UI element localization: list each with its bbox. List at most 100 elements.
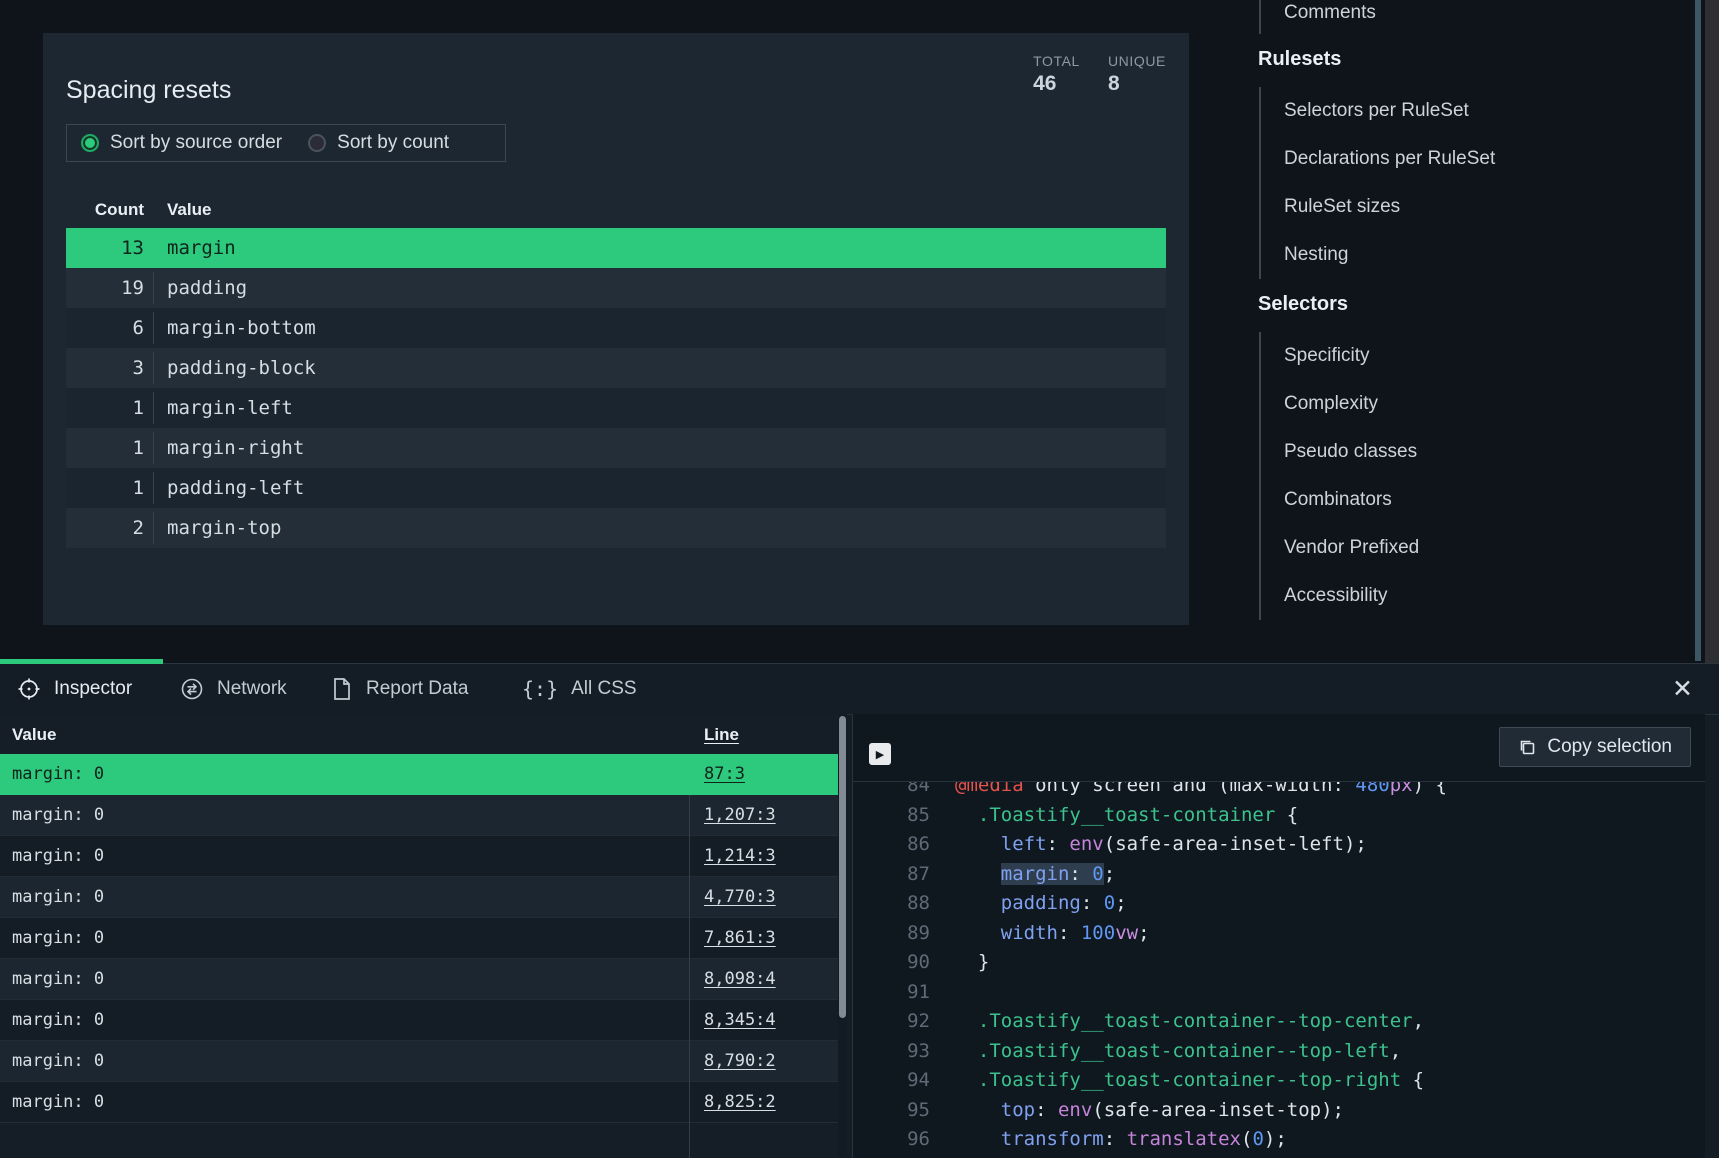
declaration-row[interactable]: margin: 01,207:3: [0, 795, 847, 836]
sidebar-item-accessibility[interactable]: Accessibility: [1284, 572, 1690, 620]
table-row-margin-bottom[interactable]: 6margin-bottom: [66, 308, 1166, 348]
code-token: [955, 1040, 978, 1062]
code-token: ;: [1104, 863, 1115, 885]
code-token: :: [1047, 833, 1070, 855]
code-text: .Toastify__toast-container--top-right {: [930, 1066, 1424, 1096]
tab-all-css[interactable]: {:}All CSS: [522, 664, 637, 714]
sidebar-scrollbar[interactable]: [1695, 0, 1701, 661]
code-token: px: [1390, 781, 1413, 796]
line-link[interactable]: 1,207:3: [704, 805, 776, 825]
sort-option-sort-by-source-order[interactable]: Sort by source order: [81, 132, 282, 154]
code-line: 93 .Toastify__toast-container--top-left,: [853, 1037, 1705, 1067]
table-row-padding-left[interactable]: 1padding-left: [66, 468, 1166, 508]
code-text: left: env(safe-area-inset-left);: [930, 830, 1367, 860]
count-cell: 1: [66, 397, 144, 419]
sidebar-item-nesting[interactable]: Nesting: [1284, 231, 1690, 279]
declaration-row[interactable]: margin: 0 1,214:3: [0, 836, 847, 877]
report-nav-sidebar: CommentsRulesetsSelectors per RuleSetDec…: [1232, 0, 1690, 620]
line-number: 87: [853, 860, 930, 890]
sidebar-item-ruleset-sizes[interactable]: RuleSet sizes: [1284, 183, 1690, 231]
table-row-padding-block[interactable]: 3padding-block: [66, 348, 1166, 388]
line-number: 90: [853, 948, 930, 978]
code-line: 84@media only screen and (max-width: 480…: [853, 781, 1705, 801]
declaration-row-partial: [0, 1123, 847, 1158]
line-link[interactable]: 7,861:3: [704, 928, 776, 948]
copy-selection-button[interactable]: Copy selection: [1499, 727, 1691, 767]
value-column-header: Value: [167, 200, 211, 220]
count-cell: 6: [66, 317, 144, 339]
tab-inspector[interactable]: Inspector: [17, 664, 132, 714]
code-token: 0: [1092, 863, 1103, 885]
list-scrollbar-thumb[interactable]: [839, 716, 846, 1018]
declaration-row[interactable]: margin: 0 8,098:4: [0, 959, 847, 1000]
code-token: margin: [1001, 863, 1070, 885]
sidebar-item-complexity[interactable]: Complexity: [1284, 380, 1690, 428]
code-text: margin: 0;: [930, 860, 1115, 890]
declaration-row[interactable]: margin: 04,770:3: [0, 877, 847, 918]
declaration-value: margin: 0: [12, 1010, 104, 1030]
code-text: transform: translatex(0);: [930, 1125, 1287, 1155]
code-token: [955, 1010, 978, 1032]
sidebar-item-selectors-per-ruleset[interactable]: Selectors per RuleSet: [1284, 87, 1690, 135]
table-row-margin[interactable]: 13margin: [66, 228, 1166, 268]
code-token: 0: [1252, 1128, 1263, 1150]
tab-network[interactable]: Network: [180, 664, 287, 714]
count-cell: 2: [66, 517, 144, 539]
code-token: top: [1001, 1099, 1035, 1121]
code-token: .Toastify__toast-container: [978, 804, 1275, 826]
code-token: .Toastify__toast-container--top-center: [978, 1010, 1413, 1032]
declaration-value: margin: 0: [12, 764, 104, 784]
sidebar-item-declarations-per-ruleset[interactable]: Declarations per RuleSet: [1284, 135, 1690, 183]
sidebar-item-vendor-prefixed[interactable]: Vendor Prefixed: [1284, 524, 1690, 572]
declaration-row[interactable]: margin: 0 87:3: [0, 754, 847, 795]
braces-icon: {:}: [522, 677, 558, 701]
radio-icon: [308, 134, 326, 152]
value-cell: padding: [167, 277, 247, 299]
code-text: .Toastify__toast-container--top-center,: [930, 1007, 1424, 1037]
sidebar-section-list: Selectors per RuleSetDeclarations per Ru…: [1259, 87, 1690, 279]
line-link[interactable]: 8,098:4: [704, 969, 776, 989]
code-token: transform: [1001, 1128, 1104, 1150]
table-row-margin-left[interactable]: 1margin-left: [66, 388, 1166, 428]
declaration-row[interactable]: margin: 08,790:2: [0, 1041, 847, 1082]
line-link[interactable]: 1,214:3: [704, 846, 776, 866]
sidebar-item-specificity[interactable]: Specificity: [1284, 332, 1690, 380]
code-text: }: [930, 948, 989, 978]
close-icon[interactable]: ✕: [1672, 674, 1693, 704]
code-line: 95 top: env(safe-area-inset-top);: [853, 1096, 1705, 1126]
stat-total: TOTAL 46: [1033, 53, 1080, 96]
table-row-padding[interactable]: 19padding: [66, 268, 1166, 308]
card-stats: TOTAL 46 UNIQUE 8: [1033, 53, 1166, 96]
table-row-margin-right[interactable]: 1margin-right: [66, 428, 1166, 468]
expand-pane-icon[interactable]: ▶: [869, 743, 891, 765]
declaration-value: margin: 0: [12, 969, 104, 989]
code-token: }: [978, 951, 989, 973]
sort-controls: Sort by source order Sort by count: [66, 124, 506, 162]
line-sort-header[interactable]: Line: [704, 725, 739, 745]
tab-label: Report Data: [366, 678, 468, 700]
declaration-row[interactable]: margin: 08,825:2: [0, 1082, 847, 1123]
tab-report-data[interactable]: Report Data: [331, 664, 468, 714]
list-scrollbar-track[interactable]: [838, 714, 847, 1158]
line-link[interactable]: 8,345:4: [704, 1010, 776, 1030]
line-link[interactable]: 8,790:2: [704, 1051, 776, 1071]
line-link[interactable]: 8,825:2: [704, 1092, 776, 1112]
copy-icon: [1518, 738, 1536, 756]
line-number: 96: [853, 1125, 930, 1155]
declaration-row[interactable]: margin: 0 8,345:4: [0, 1000, 847, 1041]
spacing-resets-card: Spacing resets TOTAL 46 UNIQUE 8 Sort by…: [43, 33, 1189, 625]
stat-unique-value: 8: [1108, 72, 1166, 96]
declaration-row[interactable]: margin: 07,861:3: [0, 918, 847, 959]
line-number: 84: [853, 781, 930, 801]
sort-option-sort-by-count[interactable]: Sort by count: [308, 132, 449, 154]
line-link[interactable]: 87:3: [704, 764, 745, 784]
code-token: (safe-area-inset-top);: [1092, 1099, 1344, 1121]
declaration-value: margin: 0: [12, 846, 104, 866]
sidebar-item-pseudo-classes[interactable]: Pseudo classes: [1284, 428, 1690, 476]
sidebar-item-comments[interactable]: Comments: [1284, 0, 1690, 34]
line-link[interactable]: 4,770:3: [704, 887, 776, 907]
table-row-margin-top[interactable]: 2margin-top: [66, 508, 1166, 548]
sidebar-item-combinators[interactable]: Combinators: [1284, 476, 1690, 524]
crosshair-icon: [17, 677, 41, 701]
code-token: [955, 1069, 978, 1091]
